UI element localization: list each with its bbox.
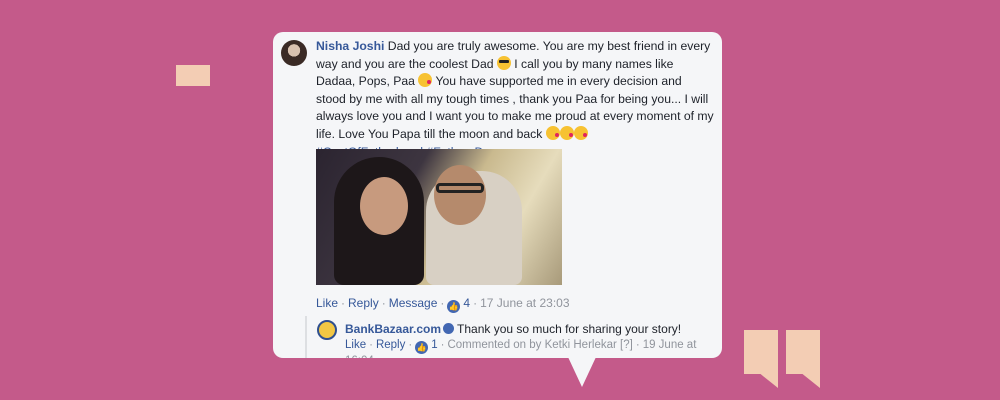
reply-body: BankBazaar.com Thank you so much for shar… [345, 321, 715, 338]
photo-face-left [360, 177, 408, 235]
sunglasses-emoji-icon [496, 55, 511, 70]
thumbs-up-icon: 👍 [447, 300, 461, 313]
opening-quote-mark [176, 16, 256, 86]
comment-author[interactable]: Nisha Joshi [316, 39, 384, 53]
photo-glasses [436, 183, 484, 193]
comment-actions: Like · Reply · Message · 👍 4 · 17 June at 23:03 [316, 296, 570, 313]
reply-like-link[interactable]: Like [345, 339, 366, 351]
comment-body: Nisha Joshi Dad you are truly awesome. Y… [316, 38, 714, 161]
thumbs-up-icon: 👍 [415, 341, 429, 354]
comment-timestamp[interactable]: 17 June at 23:03 [480, 296, 569, 310]
closing-quote-mark [744, 330, 834, 400]
attached-photo[interactable] [316, 149, 562, 285]
quote-mark-left [176, 65, 210, 86]
reply-link[interactable]: Reply [348, 296, 379, 310]
reply-like-count[interactable]: 1 [431, 339, 437, 351]
commented-by[interactable]: Commented on by Ketki Herlekar [447, 339, 616, 351]
bankbazaar-logo-icon[interactable] [317, 320, 337, 340]
reply-thread: BankBazaar.com Thank you so much for shar… [305, 316, 715, 358]
quote-mark-left [744, 330, 778, 388]
reply-text: Thank you so much for sharing your story… [457, 322, 682, 336]
like-link[interactable]: Like [316, 296, 338, 310]
card-pointer [568, 357, 596, 387]
verified-badge-icon [443, 323, 455, 334]
kiss-emoji-icon [559, 125, 574, 140]
reply-reply-link[interactable]: Reply [376, 339, 405, 351]
author-avatar[interactable] [281, 40, 307, 66]
quote-mark-right [786, 330, 820, 388]
reply-actions: Like · Reply · 👍 1 · Commented on by Ketki Herl… [345, 338, 717, 358]
kiss-emoji-icon [573, 125, 588, 140]
kiss-emoji-icon [545, 125, 560, 140]
photo-face-right [434, 165, 486, 225]
help-marker[interactable]: [?] [620, 339, 633, 351]
comment-card: Nisha Joshi Dad you are truly awesome. Y… [273, 32, 722, 358]
like-count[interactable]: 4 [463, 296, 470, 310]
kiss-emoji-icon [418, 73, 433, 88]
message-link[interactable]: Message [389, 296, 438, 310]
reply-author[interactable]: BankBazaar.com [345, 322, 441, 336]
